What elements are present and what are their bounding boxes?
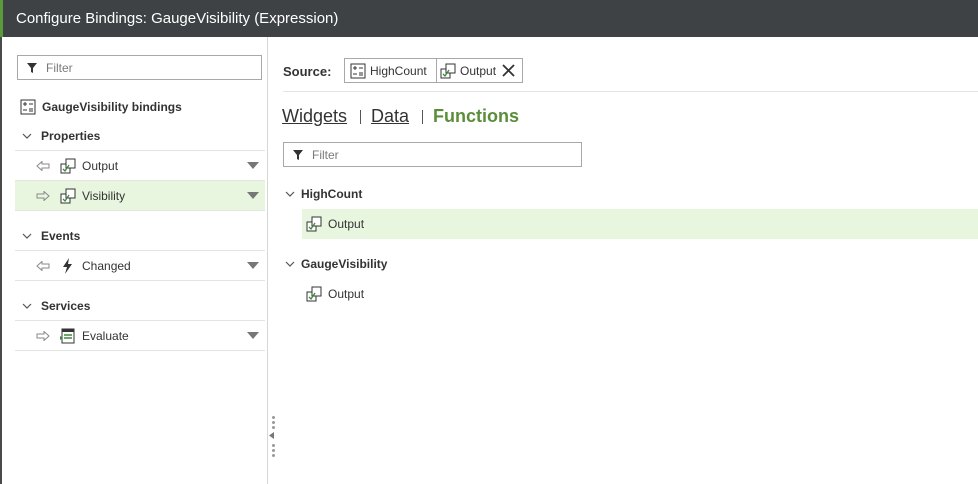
tab-data[interactable]: Data [371, 106, 409, 127]
filter-icon [293, 149, 303, 160]
property-output[interactable]: Output [15, 151, 265, 181]
tab-functions[interactable]: Functions [433, 106, 519, 127]
source-chip-highcount[interactable]: HighCount [344, 58, 437, 83]
service-icon [60, 328, 75, 343]
arrow-right-icon [36, 330, 50, 341]
section-properties-label: Properties [41, 128, 101, 143]
tree-node-gaugevisibility-label: GaugeVisibility [301, 257, 388, 271]
tree-item-highcount-output-label: Output [328, 217, 365, 231]
bindings-root-label: GaugeVisibility bindings [42, 100, 182, 114]
bindings-root: GaugeVisibility bindings [20, 92, 270, 122]
collapse-left-icon[interactable] [269, 432, 274, 439]
dropdown-arrow-icon[interactable] [247, 332, 259, 339]
source-chip-output-label: Output [460, 63, 497, 78]
chevron-down-icon [285, 261, 295, 267]
tab-separator [360, 110, 361, 124]
tree-item-gaugevisibility-output[interactable]: Output [302, 279, 364, 309]
event-changed-label: Changed [82, 258, 131, 273]
property-icon [306, 216, 322, 232]
source-chip-output[interactable]: Output [436, 58, 523, 83]
property-icon [440, 63, 456, 78]
arrow-left-icon [36, 260, 50, 271]
arrow-right-icon [36, 190, 50, 201]
right-filter-input[interactable] [312, 147, 550, 162]
left-filter-box[interactable] [17, 55, 262, 80]
property-icon [60, 188, 76, 203]
pane-splitter[interactable] [267, 37, 268, 484]
tab-separator [422, 110, 423, 124]
source-label: Source: [283, 64, 332, 79]
arrow-left-icon [36, 160, 50, 171]
tree-node-highcount-label: HighCount [301, 187, 363, 201]
dialog-title: Configure Bindings: GaugeVisibility (Exp… [0, 0, 978, 37]
source-divider [283, 91, 978, 92]
tree-item-highcount-output[interactable]: Output [302, 209, 978, 239]
lightning-icon [63, 257, 72, 274]
chevron-down-icon [22, 233, 32, 239]
section-events-label: Events [41, 228, 81, 243]
dropdown-arrow-icon[interactable] [247, 162, 259, 169]
service-evaluate-label: Evaluate [82, 328, 129, 343]
property-icon [306, 286, 322, 302]
splitter-grip[interactable] [272, 416, 275, 419]
expression-icon [350, 63, 366, 78]
property-visibility[interactable]: Visibility [15, 181, 265, 211]
close-icon[interactable] [502, 64, 515, 77]
splitter-grip[interactable] [272, 449, 275, 452]
chevron-down-icon [22, 133, 32, 139]
tab-widgets[interactable]: Widgets [282, 106, 347, 127]
event-changed[interactable]: Changed [15, 251, 265, 281]
property-visibility-label: Visibility [82, 188, 126, 203]
service-evaluate[interactable]: Evaluate [15, 321, 265, 351]
chevron-down-icon [22, 303, 32, 309]
dropdown-arrow-icon[interactable] [247, 262, 259, 269]
section-services-label: Services [41, 298, 91, 313]
tree-node-highcount[interactable]: HighCount [285, 184, 362, 204]
dropdown-arrow-icon[interactable] [247, 192, 259, 199]
source-chip-highcount-label: HighCount [370, 63, 427, 78]
right-filter-box[interactable] [283, 142, 582, 167]
tree-item-gaugevisibility-output-label: Output [328, 287, 365, 301]
section-events[interactable]: Events [15, 221, 265, 251]
chevron-down-icon [285, 191, 295, 197]
splitter-grip[interactable] [272, 421, 275, 424]
tree-node-gaugevisibility[interactable]: GaugeVisibility [285, 254, 387, 274]
splitter-grip[interactable] [272, 454, 275, 457]
section-services[interactable]: Services [15, 291, 265, 321]
splitter-grip[interactable] [272, 444, 275, 447]
property-output-label: Output [82, 158, 119, 173]
expression-icon [20, 99, 36, 115]
filter-icon [27, 62, 37, 73]
property-icon [60, 158, 76, 173]
splitter-grip[interactable] [272, 426, 275, 429]
left-filter-input[interactable] [46, 60, 241, 75]
section-properties[interactable]: Properties [15, 121, 265, 151]
